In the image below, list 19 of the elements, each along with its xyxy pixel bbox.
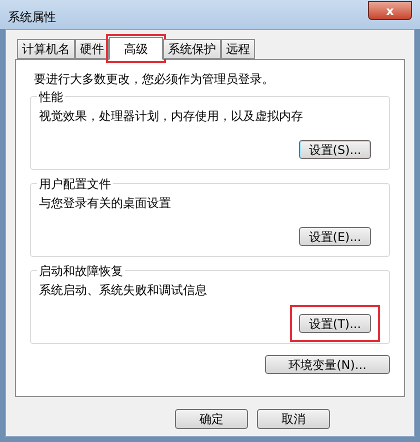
group-title: 启动和故障恢复 [37, 262, 125, 280]
tab[interactable]: 高级 [109, 37, 163, 60]
settings-button[interactable]: 设置(S)... [299, 140, 371, 159]
notice-text: 要进行大多数更改，您必须作为管理员登录。 [34, 71, 275, 88]
window-title: 系统属性 [8, 9, 56, 26]
tab[interactable]: 远程 [221, 39, 255, 59]
tab[interactable]: 计算机名 [17, 39, 75, 59]
settings-button[interactable]: 设置(E)... [299, 227, 371, 246]
dialog-button[interactable]: 确定 [175, 409, 248, 429]
group-title: 用户配置文件 [37, 175, 113, 193]
settings-button[interactable]: 设置(T)... [299, 314, 371, 333]
dialog-button[interactable]: 取消 [257, 409, 330, 429]
group-title: 性能 [37, 88, 65, 106]
environment-variables-button[interactable]: 环境变量(N)... [265, 355, 390, 374]
tab[interactable]: 硬件 [75, 39, 109, 59]
group-description: 系统启动、系统失败和调试信息 [39, 282, 208, 299]
tab[interactable]: 系统保护 [163, 39, 221, 59]
group-description: 与您登录有关的桌面设置 [39, 195, 172, 212]
group-description: 视觉效果，处理器计划，内存使用，以及虚拟内存 [39, 108, 304, 125]
